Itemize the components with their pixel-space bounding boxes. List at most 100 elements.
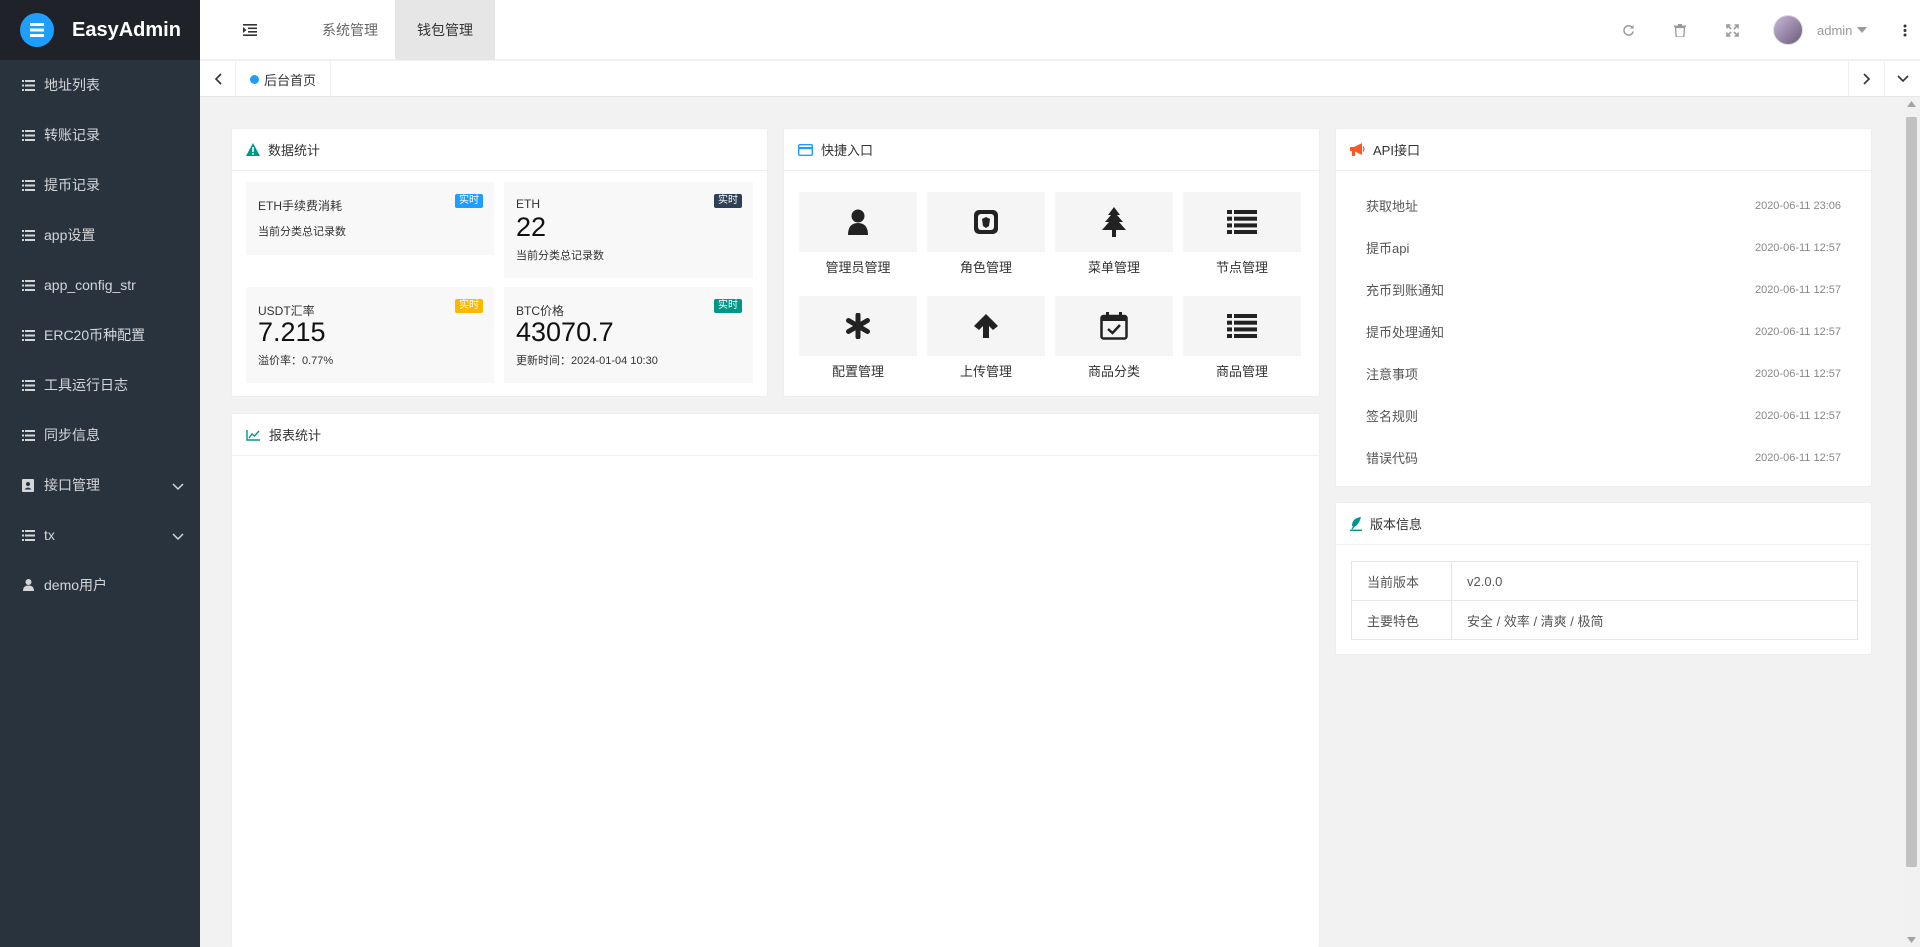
chevron-down-icon (172, 478, 184, 494)
sidebar-item-label: 提币记录 (44, 177, 100, 193)
api-item[interactable]: 提币api 2020-06-11 12:57 (1366, 238, 1841, 258)
api-item[interactable]: 签名规则 2020-06-11 12:57 (1366, 406, 1841, 426)
page-scrollbar[interactable] (1903, 97, 1920, 947)
tab-wallet-management[interactable]: 钱包管理 (395, 0, 495, 60)
version-card-title: 版本信息 (1370, 517, 1423, 532)
api-item-date: 2020-06-11 12:57 (1754, 242, 1841, 254)
warning-icon (246, 143, 260, 156)
stat-name: ETH (516, 197, 540, 211)
sidebar-item-label: tx (44, 527, 55, 543)
sidebar-item-label: 接口管理 (44, 477, 100, 493)
sidebar-item-withdraw-records[interactable]: 提币记录 (0, 160, 200, 210)
report-card-header: 报表统计 (232, 414, 1319, 456)
user-menu[interactable]: admin (1773, 0, 1893, 60)
api-item-title: 签名规则 (1366, 409, 1419, 424)
realtime-badge: 实时 (714, 299, 742, 313)
sidebar-item-sync-info[interactable]: 同步信息 (0, 410, 200, 460)
sidebar-item-label: app_config_str (44, 277, 136, 293)
api-item-date: 2020-06-11 23:06 (1754, 200, 1841, 212)
fullscreen-button[interactable] (1714, 0, 1750, 60)
list-icon (20, 429, 36, 441)
api-item-title: 提币api (1366, 241, 1410, 256)
line-chart-icon (246, 429, 261, 441)
realtime-badge: 实时 (455, 194, 483, 208)
list-icon (1227, 210, 1257, 234)
version-key: 主要特色 (1351, 600, 1452, 640)
quick-entry-admin[interactable]: 管理员管理 (799, 192, 917, 276)
tree-icon (1102, 207, 1126, 237)
stat-btc-price: BTC价格 实时 43070.7 更新时间：2024-01-04 10:30 (504, 287, 753, 383)
stat-value: 22 (516, 212, 547, 242)
list-icon (20, 129, 36, 141)
quick-entry-card-title: 快捷入口 (821, 143, 874, 158)
logo[interactable]: EasyAdmin (0, 0, 200, 60)
table-row: 主要特色 安全 / 效率 / 清爽 / 极简 (1351, 600, 1858, 640)
sidebar-item-erc20-config[interactable]: ERC20币种配置 (0, 310, 200, 360)
report-card-title: 报表统计 (269, 428, 322, 443)
tab-system-management[interactable]: 系统管理 (300, 0, 400, 60)
sidebar-item-label: ERC20币种配置 (44, 327, 146, 343)
quick-entry-config[interactable]: 配置管理 (799, 296, 917, 380)
clear-cache-button[interactable] (1662, 0, 1698, 60)
quick-entry-label: 节点管理 (1215, 260, 1268, 275)
sidebar-item-api-management[interactable]: 接口管理 (0, 460, 200, 510)
more-button[interactable] (1890, 0, 1920, 60)
list-icon (20, 229, 36, 241)
sidebar-toggle-button[interactable] (200, 0, 300, 60)
tab-options-button[interactable] (1884, 61, 1920, 97)
list-icon (1227, 314, 1257, 338)
list-icon (20, 179, 36, 191)
tab-scroll-right-button[interactable] (1848, 61, 1884, 97)
sidebar-item-transfer-records[interactable]: 转账记录 (0, 110, 200, 160)
refresh-button[interactable] (1610, 0, 1646, 60)
realtime-badge: 实时 (714, 194, 742, 208)
stat-desc: 当前分类总记录数 (516, 250, 604, 262)
stats-card-header: 数据统计 (232, 129, 767, 171)
scrollbar-thumb[interactable] (1906, 117, 1917, 867)
version-table: 当前版本 v2.0.0 主要特色 安全 / 效率 / 清爽 / 极简 (1351, 561, 1858, 640)
trash-icon (1674, 23, 1686, 37)
api-card-title: API接口 (1373, 143, 1420, 158)
stat-value: 43070.7 (516, 317, 614, 347)
api-item[interactable]: 充币到账通知 2020-06-11 12:57 (1366, 280, 1841, 300)
sidebar-item-tx[interactable]: tx (0, 510, 200, 560)
role-icon (974, 210, 998, 234)
quick-entry-menu[interactable]: 菜单管理 (1055, 192, 1173, 276)
app-title: EasyAdmin (72, 18, 181, 41)
version-card: 版本信息 当前版本 v2.0.0 主要特色 安全 / 效率 / 清爽 / 极简 (1335, 502, 1872, 655)
stat-desc: 更新时间：2024-01-04 10:30 (516, 355, 658, 367)
quick-entry-product[interactable]: 商品管理 (1183, 296, 1301, 380)
sidebar-item-tool-log[interactable]: 工具运行日志 (0, 360, 200, 410)
chevron-left-icon (214, 73, 222, 85)
stats-card-title: 数据统计 (268, 143, 321, 158)
api-item-title: 注意事项 (1366, 367, 1419, 382)
api-item[interactable]: 错误代码 2020-06-11 12:57 (1366, 448, 1841, 468)
sidebar-item-app-config-str[interactable]: app_config_str (0, 260, 200, 310)
report-card: 报表统计 (231, 413, 1320, 947)
api-item[interactable]: 获取地址 2020-06-11 23:06 (1366, 196, 1841, 216)
chevron-down-icon (172, 528, 184, 544)
quick-entry-label: 管理员管理 (825, 260, 891, 275)
sidebar-item-app-settings[interactable]: app设置 (0, 210, 200, 260)
realtime-badge: 实时 (455, 299, 483, 313)
leaf-icon (1350, 516, 1362, 531)
sidebar-item-label: 转账记录 (44, 127, 100, 143)
stat-eth-fee: ETH手续费消耗 实时 当前分类总记录数 (246, 182, 494, 255)
quick-entry-category[interactable]: 商品分类 (1055, 296, 1173, 380)
api-item[interactable]: 注意事项 2020-06-11 12:57 (1366, 364, 1841, 384)
quick-entry-card-header: 快捷入口 (784, 129, 1319, 171)
api-item-date: 2020-06-11 12:57 (1754, 326, 1841, 338)
sidebar-item-address-list[interactable]: 地址列表 (0, 60, 200, 110)
tab-scroll-left-button[interactable] (200, 61, 236, 97)
quick-entry-role[interactable]: 角色管理 (927, 192, 1045, 276)
list-icon (20, 79, 36, 91)
more-vertical-icon (1903, 24, 1907, 36)
api-item-title: 获取地址 (1366, 199, 1419, 214)
tab-home[interactable]: 后台首页 (236, 61, 332, 97)
quick-entry-node[interactable]: 节点管理 (1183, 192, 1301, 276)
sidebar-item-demo-user[interactable]: demo用户 (0, 560, 200, 610)
quick-entry-upload[interactable]: 上传管理 (927, 296, 1045, 380)
version-key: 当前版本 (1351, 561, 1452, 601)
sidebar-item-label: 地址列表 (44, 77, 100, 93)
api-item[interactable]: 提币处理通知 2020-06-11 12:57 (1366, 322, 1841, 342)
